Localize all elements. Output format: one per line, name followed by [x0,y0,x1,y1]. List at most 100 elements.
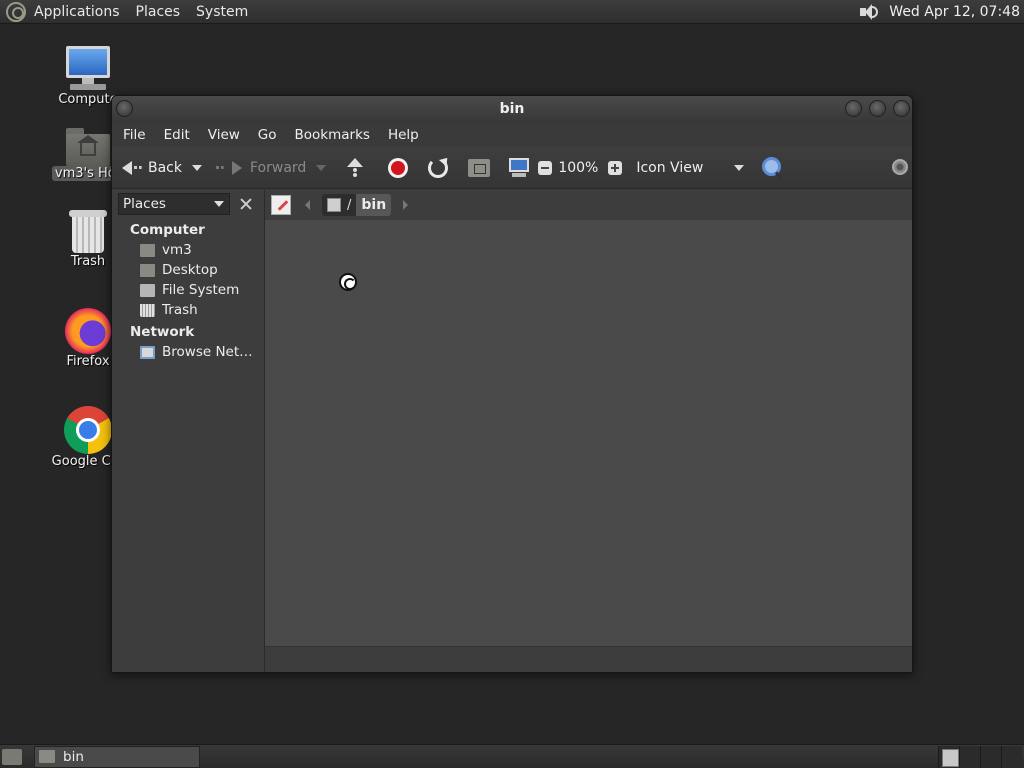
menu-file[interactable]: File [123,127,146,143]
menu-help[interactable]: Help [388,127,419,143]
back-button[interactable]: Back [122,160,202,176]
drive-icon [327,198,341,212]
taskbar-button-label: bin [63,748,84,765]
sidebar-mode-select[interactable]: Places [118,193,230,215]
breadcrumb-current[interactable]: bin [356,194,392,216]
minimize-button[interactable] [845,100,862,117]
workspace-3[interactable] [980,745,1001,768]
desktop-icon-label: Firefox [66,354,110,369]
close-window-button[interactable] [893,100,910,117]
menu-view[interactable]: View [208,127,240,143]
sidebar-heading-network: Network [130,324,195,340]
sidebar-mode-label: Places [123,196,166,212]
sidebar-item-label: Browse Net… [162,344,253,360]
firefox-icon [65,308,111,354]
sidebar-item-trash[interactable]: Trash [112,300,264,320]
volume-icon[interactable] [857,3,879,21]
zoom-level[interactable]: 100% [558,160,598,176]
desktop-icon-label: Compute [58,92,118,107]
view-mode-select[interactable]: Icon View [636,159,745,176]
workspace-1[interactable] [938,745,959,768]
close-sidebar-icon[interactable] [236,194,256,214]
back-history-dropdown-icon[interactable] [192,164,202,171]
window-body: Places Computer vm3 Desktop File System … [112,190,912,672]
sidebar-item-home[interactable]: vm3 [112,240,264,260]
workspace-switcher [938,745,1022,768]
home-button[interactable] [468,158,491,177]
trash-icon [69,210,107,254]
search-button[interactable] [762,156,784,179]
distro-logo-icon[interactable] [6,1,26,22]
drive-icon [140,283,155,297]
content-column: / bin [265,190,912,672]
computer-button[interactable] [508,157,530,178]
view-mode-label: Icon View [636,159,704,176]
stop-icon [388,157,409,178]
workspace-2[interactable] [959,745,980,768]
toolbar: Back Forward 100% Icon View [112,147,912,189]
panel-tray: Wed Apr 12, 07:48 [857,3,1024,21]
sidebar-heading-computer: Computer [130,222,205,238]
top-panel: Applications Places System Wed Apr 12, 0… [0,0,1024,24]
menu-system[interactable]: System [196,4,248,20]
up-arrow-icon [346,157,364,178]
menu-bookmarks[interactable]: Bookmarks [295,127,370,143]
chevron-down-icon [734,164,745,171]
window-title: bin [499,101,525,117]
home-folder-icon [140,243,155,257]
chrome-icon [64,406,112,454]
workspace-4[interactable] [1001,745,1022,768]
back-label: Back [148,159,182,176]
file-view-area[interactable] [265,220,912,646]
desktop-folder-icon [140,263,155,277]
back-arrow-icon [122,160,132,175]
zoom-in-button[interactable] [608,160,623,175]
edit-location-icon[interactable] [271,195,291,215]
zoom-control: 100% [538,160,628,176]
computer-icon [508,157,530,178]
sidebar-header: Places [112,190,264,218]
window-menu-icon[interactable] [116,100,133,117]
reload-icon [428,157,449,178]
network-icon [140,345,155,359]
reload-button[interactable] [428,157,449,178]
forward-history-dropdown-icon[interactable] [316,164,327,171]
menu-go[interactable]: Go [258,127,277,143]
sidebar-item-label: Desktop [162,262,218,278]
menu-applications[interactable]: Applications [34,4,120,20]
sidebar-item-label: File System [162,282,240,298]
desktop-icon-label: Trash [70,254,106,269]
search-icon [762,156,784,179]
bottom-panel: bin [0,744,1024,768]
sidebar-item-label: vm3 [162,242,192,258]
breadcrumb-separator: / [347,197,352,213]
sidebar-item-desktop[interactable]: Desktop [112,260,264,280]
maximize-button[interactable] [869,100,886,117]
sidebar: Places Computer vm3 Desktop File System … [112,190,265,672]
sidebar-item-label: Trash [162,302,198,318]
menubar: File Edit View Go Bookmarks Help [112,122,912,147]
zoom-out-button[interactable] [538,160,553,175]
menu-edit[interactable]: Edit [164,127,190,143]
show-desktop-icon[interactable] [2,748,22,765]
clock[interactable]: Wed Apr 12, 07:48 [889,4,1020,20]
sidebar-item-browse-network[interactable]: Browse Net… [112,342,264,362]
window-titlebar[interactable]: bin [112,96,912,122]
home-folder-icon [66,128,110,166]
stop-button[interactable] [388,157,409,178]
pathbar: / bin [265,190,912,220]
up-button[interactable] [346,157,364,178]
folder-icon [39,750,55,763]
file-manager-window: bin File Edit View Go Bookmarks Help Bac… [111,95,913,673]
path-scroll-left-icon[interactable] [305,200,310,210]
trash-icon [140,303,155,317]
taskbar-button-bin[interactable]: bin [34,745,200,768]
sidebar-item-file-system[interactable]: File System [112,280,264,300]
busy-cursor-icon [339,273,357,291]
forward-button[interactable]: Forward [216,160,327,176]
computer-icon [64,46,112,92]
path-scroll-right-icon[interactable] [403,200,409,210]
breadcrumb-root[interactable]: / [322,194,357,216]
menu-places[interactable]: Places [136,4,181,20]
forward-arrow-icon [232,160,242,175]
